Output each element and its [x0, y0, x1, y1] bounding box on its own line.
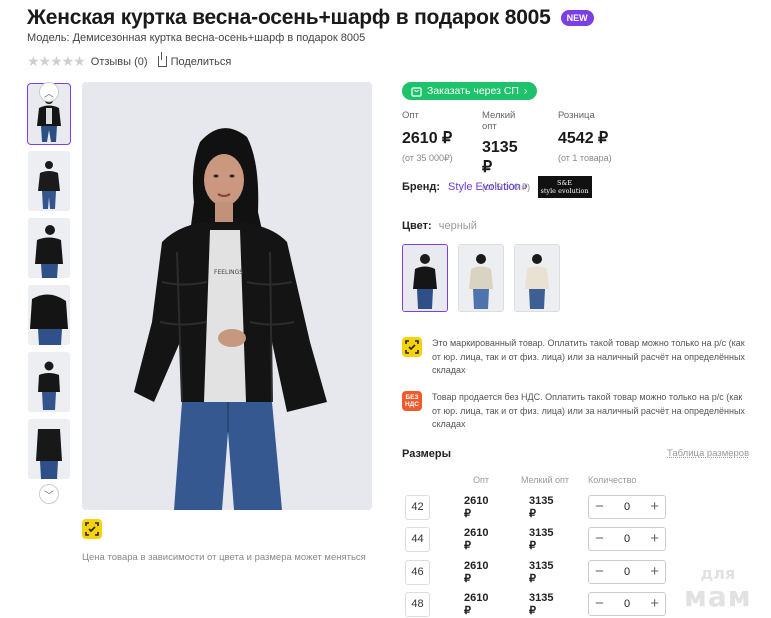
chevron-right-icon: › — [523, 85, 528, 97]
marking-icon — [82, 519, 102, 539]
share-label: Поделиться — [170, 55, 232, 68]
size-price-opt: 2610 ₽ — [464, 494, 489, 520]
price-value: 2610 ₽ — [402, 130, 453, 147]
share-icon — [157, 52, 167, 67]
sizes-title: Размеры — [402, 448, 452, 460]
brand-row: Бренд: Style Evolution › S&E style evolut… — [402, 176, 592, 198]
size-label: 48 — [405, 591, 430, 617]
header-quantity: Количество — [588, 475, 637, 485]
price-value: 3135 ₽ — [482, 139, 518, 176]
quantity-value[interactable]: 0 — [624, 598, 630, 610]
new-badge: NEW — [560, 10, 594, 26]
reviews-link[interactable]: Отзывы (0) — [91, 56, 148, 68]
brand-name: Style Evolution — [448, 181, 521, 193]
price-label: Мелкий опт — [482, 110, 516, 132]
product-title: Женская куртка весна-осень+шарф в подаро… — [27, 6, 551, 29]
quantity-stepper: − 0 + — [588, 592, 666, 616]
marking-notice-text: Это маркированный товар. Оплатить такой … — [432, 338, 745, 375]
color-swatches — [402, 244, 560, 312]
price-minimum: (от 1 товара) — [558, 153, 612, 163]
thumbnails-up-button[interactable]: ︿ — [39, 82, 59, 102]
order-sp-label: Заказать через СП — [427, 85, 519, 97]
price-label: Опт — [402, 110, 419, 121]
main-product-image[interactable]: FEELINGS — [82, 82, 372, 510]
size-price-small-opt: 3135 ₽ — [529, 591, 554, 617]
size-row: 48 2610 ₽ 3135 ₽ − 0 + — [402, 591, 666, 617]
price-label: Розница — [558, 110, 595, 121]
plus-button[interactable]: + — [650, 564, 659, 579]
header-small-opt: Мелкий опт — [521, 475, 570, 485]
brand-logo[interactable]: S&E style evolution — [537, 176, 592, 198]
size-price-small-opt: 3135 ₽ — [529, 494, 554, 520]
plus-button[interactable]: + — [650, 596, 659, 611]
thumbnail-strip — [27, 83, 71, 486]
chevron-up-icon: ︿ — [44, 88, 54, 100]
quantity-stepper: − 0 + — [588, 527, 666, 551]
no-vat-notice-text: Товар продается без НДС. Оплатить такой … — [432, 392, 745, 429]
shirt-print: FEELINGS — [214, 269, 243, 276]
color-row: Цвет: черный — [402, 220, 477, 232]
rating-stars-icon: ★★★★★ — [27, 53, 86, 69]
thumbnail[interactable] — [28, 419, 70, 479]
thumbnail[interactable] — [28, 151, 70, 211]
order-sp-button[interactable]: Заказать через СП › — [402, 82, 538, 100]
price-minimum: (от 35 000₽) — [402, 153, 453, 163]
size-row: 46 2610 ₽ 3135 ₽ − 0 + — [402, 559, 666, 585]
size-row: 42 2610 ₽ 3135 ₽ − 0 + — [402, 494, 666, 520]
quantity-value[interactable]: 0 — [624, 501, 630, 513]
color-swatch-beige[interactable] — [458, 244, 504, 312]
plus-button[interactable]: + — [650, 531, 659, 546]
size-label: 44 — [405, 526, 430, 552]
color-label: Цвет: — [402, 220, 432, 232]
quantity-stepper: − 0 + — [588, 560, 666, 584]
plus-button[interactable]: + — [650, 499, 659, 514]
no-vat-notice: БЕЗ НДС Товар продается без НДС. Оплатит… — [402, 391, 747, 432]
size-table-link[interactable]: Таблица размеров — [667, 448, 749, 459]
color-swatch-milk[interactable] — [514, 244, 560, 312]
size-row: 44 2610 ₽ 3135 ₽ − 0 + — [402, 526, 666, 552]
brand-logo-text: style evolution — [540, 187, 589, 195]
price-value: 4542 ₽ — [558, 130, 609, 147]
brand-label: Бренд: — [402, 181, 441, 193]
minus-button[interactable]: − — [595, 564, 604, 579]
title-row: Женская куртка весна-осень+шарф в подаро… — [27, 6, 594, 30]
header-opt: Опт — [473, 475, 489, 485]
thumbnail[interactable] — [28, 218, 70, 278]
size-price-small-opt: 3135 ₽ — [529, 526, 554, 552]
quantity-value[interactable]: 0 — [624, 566, 630, 578]
brand-logo-mark: S&E — [557, 179, 573, 187]
quantity-value[interactable]: 0 — [624, 533, 630, 545]
price-note: Цена товара в зависимости от цвета и раз… — [82, 552, 366, 563]
no-vat-icon: БЕЗ НДС — [402, 391, 422, 411]
marking-icon — [402, 337, 422, 357]
thumbnail[interactable] — [28, 352, 70, 412]
rating-row: ★★★★★ Отзывы (0) Поделиться — [27, 52, 232, 70]
thumbnail[interactable] — [28, 285, 70, 345]
size-price-opt: 2610 ₽ — [464, 526, 489, 552]
size-label: 46 — [405, 559, 430, 585]
watermark: для мам — [684, 565, 752, 611]
size-price-opt: 2610 ₽ — [464, 591, 489, 617]
marking-notice: Это маркированный товар. Оплатить такой … — [402, 337, 747, 378]
watermark-line-2: мам — [684, 580, 752, 613]
size-price-small-opt: 3135 ₽ — [529, 559, 554, 585]
share-button[interactable]: Поделиться — [157, 52, 232, 68]
minus-button[interactable]: − — [595, 596, 604, 611]
minus-button[interactable]: − — [595, 531, 604, 546]
minus-button[interactable]: − — [595, 499, 604, 514]
brand-link[interactable]: Style Evolution › — [448, 181, 528, 193]
thumbnails-down-button[interactable]: ﹀ — [39, 484, 59, 504]
quantity-stepper: − 0 + — [588, 495, 666, 519]
size-label: 42 — [405, 494, 430, 520]
product-model: Модель: Демисезонная куртка весна-осень+… — [27, 32, 366, 44]
size-price-opt: 2610 ₽ — [464, 559, 489, 585]
cart-icon — [411, 86, 422, 97]
chevron-down-icon: ﹀ — [44, 490, 54, 502]
color-swatch-black[interactable] — [402, 244, 448, 312]
color-value: черный — [438, 220, 477, 232]
